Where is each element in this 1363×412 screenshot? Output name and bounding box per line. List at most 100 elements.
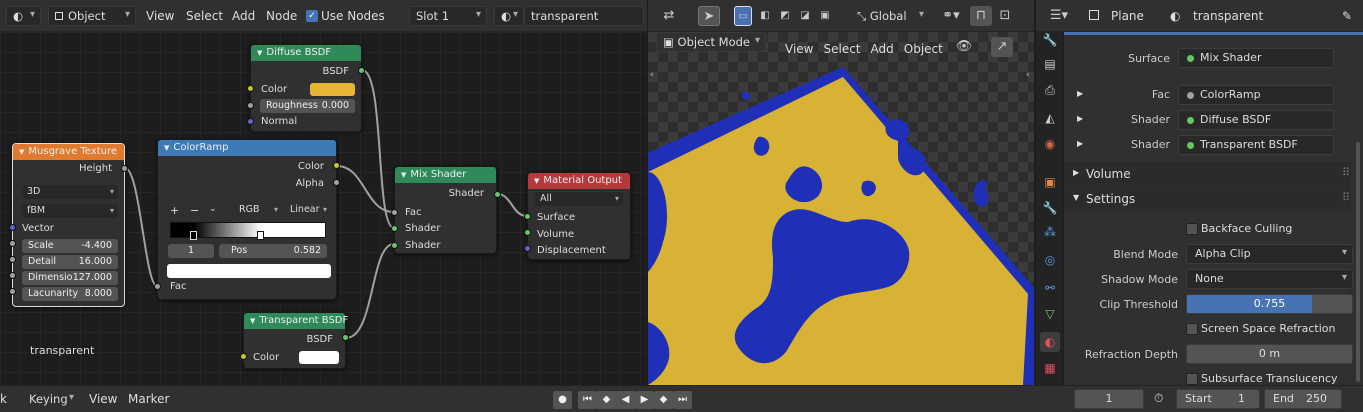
menu-node[interactable]: Node <box>266 9 297 23</box>
editor-type-dropdown[interactable]: ◐ ▾ <box>6 6 41 26</box>
editor-type-props-icon[interactable]: ☰▾ <box>1044 6 1074 26</box>
object-type-dropdown[interactable]: Object ▾ <box>48 6 136 26</box>
end-frame-field[interactable]: End 250 <box>1264 389 1342 409</box>
record-button[interactable]: ● <box>553 391 572 409</box>
diffuse-roughness-field[interactable]: Roughness 0.000 <box>260 99 355 113</box>
transparent-color-swatch[interactable] <box>299 351 339 364</box>
shader2-input-field[interactable]: Transparent BSDF <box>1178 135 1334 155</box>
start-frame-field[interactable]: Start 1 <box>1176 389 1260 409</box>
transparent-bsdf-node[interactable]: ▼ Transparent BSDF BSDF Color <box>243 312 348 369</box>
mix-shader2-socket[interactable] <box>391 242 398 249</box>
ramp-menu-chevron-icon[interactable]: ⌄ <box>209 204 217 214</box>
sss-checkbox[interactable] <box>1186 373 1198 385</box>
colorramp-index-field[interactable]: 1 <box>168 244 214 258</box>
object-tab-icon[interactable]: ▣ <box>1040 172 1060 192</box>
colorramp-interp-dropdown[interactable]: Linear ▾ <box>285 203 331 217</box>
timeline-editor-chevron-icon[interactable]: k <box>0 392 7 406</box>
shader1-input-field[interactable]: Diffuse BSDF <box>1178 110 1334 130</box>
transparent-bsdf-socket[interactable] <box>342 334 349 341</box>
particles-tab-icon[interactable]: ⁂ <box>1040 222 1060 242</box>
diffuse-color-socket[interactable] <box>247 85 254 92</box>
mix-shader1-socket[interactable] <box>391 225 398 232</box>
gizmo-toggle-icon[interactable]: ↗ <box>991 37 1013 57</box>
material-name-field[interactable]: transparent <box>524 6 644 26</box>
output-volume-socket[interactable] <box>524 229 531 236</box>
sidebar-expand-right-icon[interactable]: ‹ <box>1026 70 1030 80</box>
diffuse-color-swatch[interactable] <box>310 83 355 96</box>
ramp-stop-black[interactable] <box>190 231 197 240</box>
volume-panel-header[interactable]: ▶ Volume ⠿ <box>1064 162 1351 186</box>
object-mode-dropdown[interactable]: ▣ Object Mode ▾ <box>656 32 766 52</box>
colorramp-header[interactable]: ▼ ColorRamp <box>158 140 336 156</box>
vp-menu-select[interactable]: Select <box>823 42 860 56</box>
snap-target-icon[interactable]: ⊡ <box>994 6 1016 26</box>
menu-add[interactable]: Add <box>232 9 255 23</box>
slot-dropdown[interactable]: Slot 1 ▾ <box>409 6 487 26</box>
jump-end-icon[interactable]: ⏭ <box>673 391 692 409</box>
mix-shader-node[interactable]: ▼ Mix Shader Shader Fac Shader Shader <box>394 166 497 254</box>
colorramp-fac-socket[interactable] <box>154 283 161 290</box>
musgrave-dimension-field[interactable]: Dimensio 127.000 <box>22 271 118 285</box>
properties-scrollbar[interactable] <box>1356 142 1360 382</box>
transparent-color-socket[interactable] <box>240 353 247 360</box>
diffuse-bsdf-node[interactable]: ▼ Diffuse BSDF BSDF Color Roughness 0.000 … <box>250 44 362 132</box>
constraints-tab-icon[interactable]: ⚯ <box>1040 278 1060 298</box>
output-header[interactable]: ▼ Material Output <box>528 173 630 189</box>
vp-menu-object[interactable]: Object <box>904 42 943 56</box>
3d-viewport[interactable]: View Select Add Object 👁 ↗ ‹ ‹ <box>648 32 1034 385</box>
data-tab-icon[interactable]: ▽ <box>1040 304 1060 324</box>
output-target-dropdown[interactable]: All ▾ <box>535 192 623 206</box>
musgrave-detail-field[interactable]: Detail 16.000 <box>22 255 118 269</box>
ramp-stop-white[interactable] <box>257 231 264 240</box>
musgrave-type-dropdown[interactable]: fBM ▾ <box>22 204 118 218</box>
vp-menu-view[interactable]: View <box>785 42 813 56</box>
clip-threshold-slider[interactable]: 0.755 <box>1186 294 1353 314</box>
musgrave-height-socket[interactable] <box>121 165 128 172</box>
colorramp-pos-field[interactable]: Pos 0.582 <box>219 244 327 258</box>
texture-tab-icon[interactable]: ▦ <box>1040 358 1060 378</box>
mix-fac-socket[interactable] <box>391 209 398 216</box>
toolbar-expand-left-icon[interactable]: ‹ <box>650 70 654 80</box>
colorramp-color-socket[interactable] <box>333 162 340 169</box>
jump-start-icon[interactable]: ⏮ <box>578 391 597 409</box>
backface-culling-checkbox[interactable] <box>1186 223 1198 235</box>
next-keyframe-icon[interactable]: ◆ <box>654 391 673 409</box>
menu-view[interactable]: View <box>146 9 174 23</box>
select-box-new-icon[interactable]: ▭ <box>734 6 752 26</box>
diffuse-roughness-socket[interactable] <box>247 102 254 109</box>
musgrave-lacunarity-field[interactable]: Lacunarity 8.000 <box>22 287 118 301</box>
timeline-menu-marker[interactable]: Marker <box>128 392 169 406</box>
material-tab-icon[interactable]: ◐ <box>1040 332 1060 352</box>
snap-icon[interactable]: ⊓ <box>970 6 992 26</box>
musgrave-dim-socket[interactable] <box>9 272 16 279</box>
blend-mode-dropdown[interactable]: Alpha Clip ▾ <box>1186 244 1353 264</box>
output-displacement-socket[interactable] <box>524 245 531 252</box>
select-invert-icon[interactable]: ◪ <box>796 6 814 26</box>
material-output-node[interactable]: ▼ Material Output All ▾ Surface Volume Dis… <box>527 172 631 260</box>
surface-shader-field[interactable]: Mix Shader <box>1178 48 1334 68</box>
diffuse-header[interactable]: ▼ Diffuse BSDF <box>251 45 361 61</box>
play-icon[interactable]: ▶ <box>635 391 654 409</box>
shadow-mode-dropdown[interactable]: None ▾ <box>1186 269 1353 289</box>
keying-dropdown[interactable]: Keying ▾ <box>22 389 80 409</box>
pivot-icon[interactable]: ⚭▾ <box>936 6 966 26</box>
select-subtract-icon[interactable]: ◩ <box>776 6 794 26</box>
view-layer-tab-icon[interactable]: ◭ <box>1040 108 1060 128</box>
colorramp-alpha-socket[interactable] <box>333 179 340 186</box>
diffuse-bsdf-socket[interactable] <box>358 67 365 74</box>
transparent-header[interactable]: ▼ Transparent BSDF <box>244 313 348 329</box>
settings-drag-icon[interactable]: ⠿ <box>1342 191 1350 204</box>
mix-shader-out-socket[interactable] <box>494 191 501 198</box>
ssr-checkbox[interactable] <box>1186 323 1198 335</box>
physics-tab-icon[interactable]: ◎ <box>1040 250 1060 270</box>
musgrave-vector-socket[interactable] <box>9 224 16 231</box>
select-tool-icon[interactable]: ➤ <box>698 6 720 26</box>
add-stop-button[interactable]: + <box>170 204 179 217</box>
preview-range-clock-icon[interactable]: ⏱ <box>1154 391 1163 406</box>
transform-orientation-dropdown[interactable]: ⤡ Global ▾ <box>850 6 930 26</box>
refraction-depth-field[interactable]: 0 m <box>1186 344 1353 364</box>
volume-drag-icon[interactable]: ⠿ <box>1342 166 1350 179</box>
node-editor-canvas[interactable]: ▼ Musgrave Texture Height 3D ▾ fBM ▾ Vector… <box>0 32 645 385</box>
colorramp-node[interactable]: ▼ ColorRamp Color Alpha + − ⌄ RGB ▾ Linear… <box>157 139 337 300</box>
pin-icon[interactable]: ✎ <box>1342 9 1352 23</box>
